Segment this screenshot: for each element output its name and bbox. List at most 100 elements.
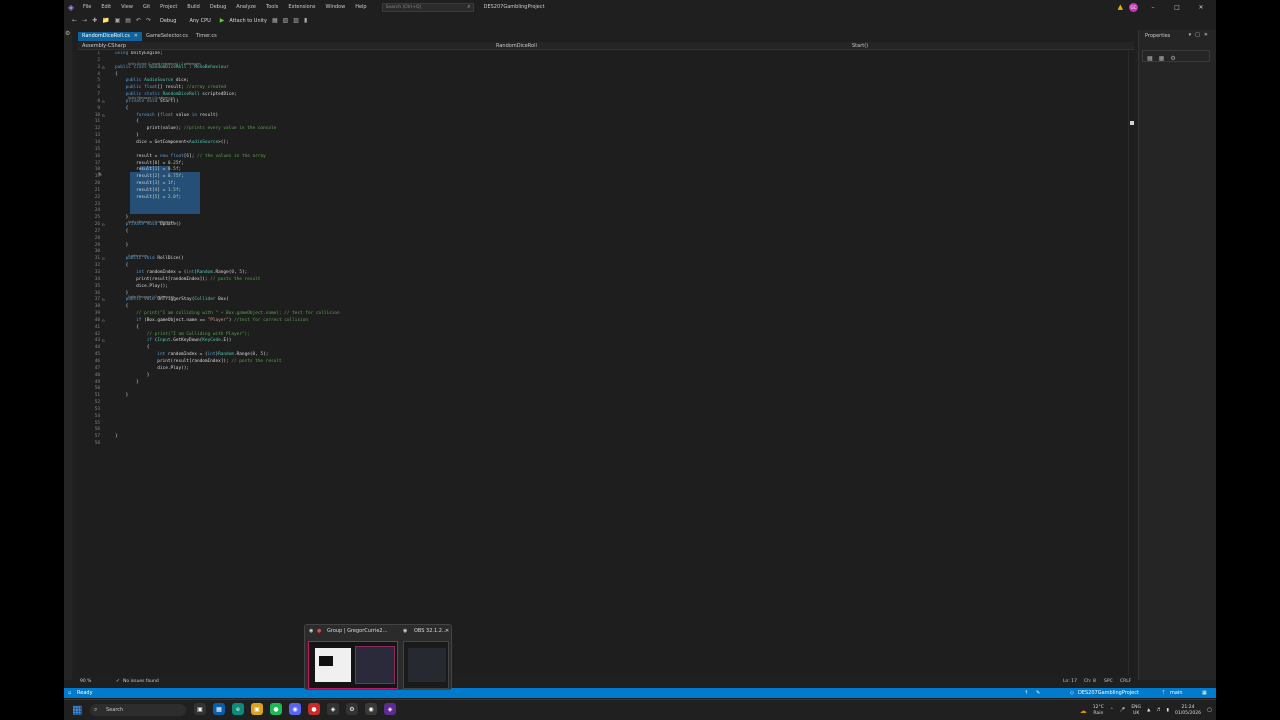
status-branch[interactable]: main <box>1170 688 1183 698</box>
code-line[interactable]: 32 { <box>78 263 1132 270</box>
code-line[interactable]: 2 <box>78 58 1132 65</box>
code-line[interactable]: 46 print(result[randomIndex]); // posts … <box>78 359 1132 366</box>
close-icon[interactable]: ✕ <box>134 32 138 41</box>
zoom-level[interactable]: 90 % <box>80 677 91 686</box>
code-line[interactable]: 30 <box>78 249 1132 256</box>
menu-file[interactable]: File <box>78 0 96 14</box>
code-line[interactable]: 1 using UnityEngine; <box>78 51 1132 58</box>
language[interactable]: ENG UK <box>1131 705 1141 716</box>
code-line[interactable]: 28 <box>78 236 1132 243</box>
windows-start-icon[interactable]: ▦ <box>72 703 82 716</box>
code-line[interactable]: 13 } <box>78 133 1132 140</box>
file-explorer-icon[interactable]: ▦ <box>213 703 225 715</box>
toolbar-icon-b[interactable]: ▧ <box>283 17 289 24</box>
whitespace-mode[interactable]: SPC <box>1104 677 1113 686</box>
save-all-icon[interactable]: ▤ <box>125 17 131 24</box>
bookmark-icon[interactable]: ▮ <box>304 17 307 24</box>
code-line[interactable]: 34 print(result[randomIndex]); // posts … <box>78 277 1132 284</box>
class-dropdown[interactable]: RandomDiceRoll <box>496 42 537 50</box>
code-line[interactable]: 37 ⊟ public void OnTriggerStay(Collider B… <box>78 297 1132 304</box>
code-line[interactable]: 51 } <box>78 393 1132 400</box>
settings-icon[interactable]: ⚙ <box>346 703 358 715</box>
code-line[interactable]: 41 { <box>78 325 1132 332</box>
toolbar-icon-c[interactable]: ▨ <box>293 17 299 24</box>
forward-icon[interactable]: → <box>82 17 87 24</box>
code-line[interactable]: 56 <box>78 427 1132 434</box>
taskbar-search[interactable]: ⌕ Search <box>90 704 186 716</box>
menu-extensions[interactable]: Extensions <box>283 0 320 14</box>
code-line[interactable]: 17 result[0] = 0.25f; <box>78 161 1132 168</box>
unity-icon[interactable]: ◈ <box>327 703 339 715</box>
code-line[interactable]: 45 int randomIndex = (int)Random.Range(0… <box>78 352 1132 359</box>
properties-tools-icon[interactable]: ▦▦⚙ <box>1147 55 1182 62</box>
tab-timer[interactable]: Timer.cs <box>192 32 221 41</box>
menu-debug[interactable]: Debug <box>205 0 231 14</box>
fold-toggle-icon[interactable]: ⊟ <box>102 65 104 72</box>
notification-bell-icon[interactable]: ◯ <box>1207 708 1212 713</box>
task-view-icon[interactable]: ▣ <box>194 703 206 715</box>
code-line[interactable]: 18 result[1] = 0.5f; <box>78 167 1132 174</box>
scrollbar-thumb[interactable] <box>1130 121 1134 125</box>
code-line[interactable]: 58 <box>78 441 1132 448</box>
menu-window[interactable]: Window <box>320 0 350 14</box>
code-line[interactable]: 23 <box>78 202 1132 209</box>
code-line[interactable]: 14 dice = GetComponent<AudioSource>(); <box>78 140 1132 147</box>
menu-project[interactable]: Project <box>155 0 182 14</box>
code-line[interactable]: 57} <box>78 434 1132 441</box>
fold-toggle-icon[interactable]: ⊟ <box>102 318 104 325</box>
attach-to-unity-button[interactable]: Attach to Unity <box>229 18 267 24</box>
code-line[interactable]: 35 dice.Play(); <box>78 284 1132 291</box>
code-line[interactable]: 24 <box>78 208 1132 215</box>
code-line[interactable]: 26 ⊟ private void Update() <box>78 222 1132 229</box>
code-line[interactable]: 36 } <box>78 291 1132 298</box>
code-line[interactable]: 20 result[3] = 1f; <box>78 181 1132 188</box>
project-dropdown[interactable]: Assembly-CSharp <box>82 42 126 50</box>
close-icon[interactable]: ✕ <box>445 628 449 634</box>
issues-status[interactable]: No issues found <box>123 677 159 686</box>
code-line[interactable]: 50 <box>78 386 1132 393</box>
fold-toggle-icon[interactable]: ⊟ <box>102 113 104 120</box>
code-line[interactable]: 39 // print("I am colliding with " + Box… <box>78 311 1132 318</box>
code-line[interactable]: 40 ⊟ if (Box.gameObject.name == "Player")… <box>78 318 1132 325</box>
code-line[interactable]: 16 result = new float[6]; // the values … <box>78 154 1132 161</box>
code-line[interactable]: 22 result[5] = 2.0f; <box>78 195 1132 202</box>
open-icon[interactable]: 📁 <box>102 17 109 24</box>
play-icon[interactable]: ▶ <box>220 17 225 24</box>
code-line[interactable]: 52 <box>78 400 1132 407</box>
preview-thumbnail-obs[interactable] <box>403 641 449 689</box>
undo-icon[interactable]: ↶ <box>136 17 141 24</box>
code-line[interactable]: 15 <box>78 147 1132 154</box>
code-line[interactable]: 8 ⊟ private void Start() <box>78 99 1132 106</box>
platform-dropdown[interactable]: Any CPU <box>185 18 214 24</box>
code-line[interactable]: 21 result[4] = 1.5f; <box>78 188 1132 195</box>
code-line[interactable]: 43 ⊟ if (Input.GetKeyDown(KeyCode.E)) <box>78 338 1132 345</box>
gear-icon[interactable]: ⚙ <box>65 30 70 37</box>
fold-toggle-icon[interactable]: ⊟ <box>102 222 104 229</box>
code-line[interactable]: 42 // print("I am Colliding with Player"… <box>78 332 1132 339</box>
fold-toggle-icon[interactable]: ⊟ <box>102 256 104 263</box>
vertical-scrollbar[interactable] <box>1128 51 1134 676</box>
clock[interactable]: 21:24 01/05/2026 <box>1175 705 1201 716</box>
tab-gameselector[interactable]: GameSelector.cs <box>142 32 192 41</box>
status-project[interactable]: DES207GamblingProject <box>1078 688 1139 698</box>
fold-toggle-icon[interactable]: ⊟ <box>102 99 104 106</box>
avatar[interactable]: GC <box>1129 2 1138 12</box>
new-item-icon[interactable]: ✚ <box>92 17 97 24</box>
code-line[interactable]: 54 <box>78 414 1132 421</box>
code-line[interactable]: 55 <box>78 421 1132 428</box>
code-line[interactable]: 53 <box>78 407 1132 414</box>
code-line[interactable]: 31 ⊟ public void RollDice() <box>78 256 1132 263</box>
menu-tools[interactable]: Tools <box>261 0 283 14</box>
notifications-icon[interactable]: ▦ <box>1202 688 1207 698</box>
fold-toggle-icon[interactable]: ⊟ <box>102 297 104 304</box>
back-icon[interactable]: ← <box>72 17 77 24</box>
preview-thumbnail-discord[interactable] <box>308 641 398 689</box>
menu-edit[interactable]: Edit <box>96 0 116 14</box>
code-line[interactable]: 49 } <box>78 380 1132 387</box>
menu-help[interactable]: Help <box>350 0 371 14</box>
code-line[interactable]: 7 public static RandomDiceRoll scriptedD… <box>78 92 1132 99</box>
menu-view[interactable]: View <box>116 0 138 14</box>
fold-toggle-icon[interactable]: ⊟ <box>102 338 104 345</box>
code-line[interactable]: 19 result[2] = 0.75f; <box>78 174 1132 181</box>
search-box[interactable]: Search (Ctrl+Q) ⌕ <box>381 2 474 12</box>
